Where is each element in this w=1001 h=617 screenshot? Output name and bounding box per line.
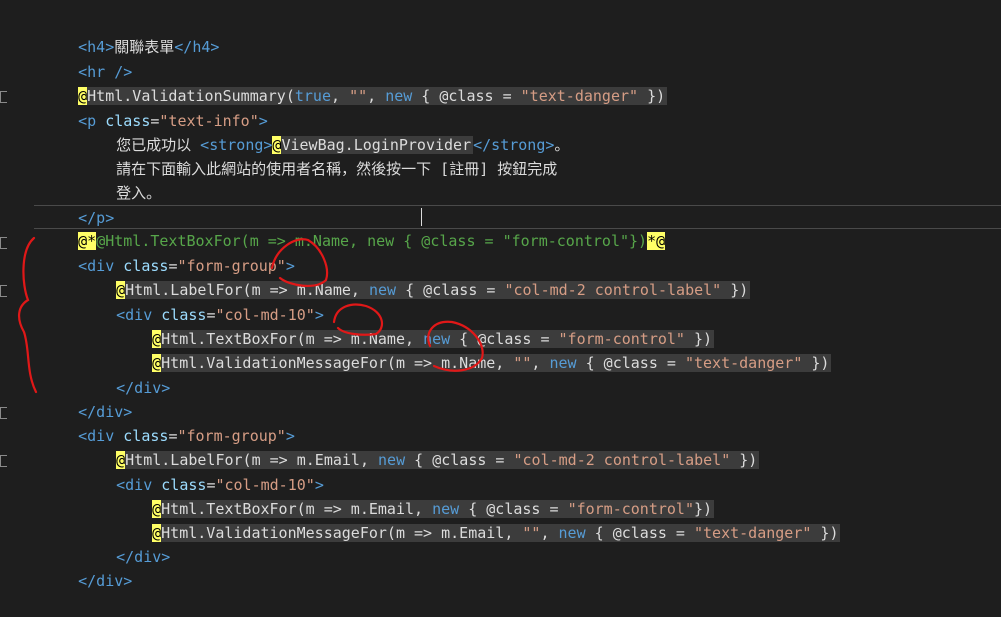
code-token: 登入。 [116, 184, 162, 202]
code-line[interactable]: </div> [80, 352, 170, 397]
code-token: }) [802, 354, 830, 372]
code-token: , [540, 524, 559, 542]
code-token: "text-danger" [693, 524, 812, 542]
razor-expression: @Html.ValidationMessageFor(m => m.Name, … [152, 354, 832, 372]
code-line[interactable]: </div> [80, 521, 170, 566]
code-token: , [531, 354, 550, 372]
code-line[interactable]: @Html.LabelFor(m => m.Name, new { @class… [80, 254, 751, 299]
code-token: { @class = [396, 281, 505, 299]
text-cursor [421, 208, 422, 226]
code-token: </div> [78, 572, 133, 590]
code-line[interactable]: @Html.TextBoxFor(m => m.Email, new { @cl… [116, 473, 715, 518]
code-line[interactable]: <div class="form-group"> [42, 400, 295, 445]
code-line[interactable]: </div> [42, 376, 132, 421]
code-token: new [378, 451, 406, 469]
code-line[interactable]: 您已成功以 <strong>@ViewBag.LoginProvider </st… [80, 109, 569, 154]
code-token: Html.ValidationMessageFor(m => m.Email, [161, 524, 523, 542]
code-line[interactable]: </p> [42, 182, 114, 227]
code-token: { @class = [585, 524, 694, 542]
code-token: }) [721, 281, 749, 299]
code-line[interactable]: <div class="col-md-10"> [80, 449, 324, 494]
fold-marker[interactable] [0, 91, 7, 103]
code-token: }) [811, 524, 839, 542]
razor-expression: @Html.ValidationMessageFor(m => m.Email,… [152, 524, 841, 542]
code-token: new [558, 524, 586, 542]
code-token: }) [730, 451, 758, 469]
code-token: "col-md-2 control-label" [504, 281, 722, 299]
code-token: new [549, 354, 577, 372]
code-line[interactable]: @Html.ValidationSummary(true, "", new { … [42, 60, 668, 105]
code-token: new [385, 87, 413, 105]
code-token: "col-md-2 control-label" [513, 451, 731, 469]
fold-marker[interactable] [0, 407, 7, 419]
code-editor[interactable]: <h4>關聯表單</h4> <hr /> @Html.ValidationSum… [0, 0, 1001, 590]
fold-marker[interactable] [0, 285, 7, 297]
code-line[interactable]: 請在下面輸入此網站的使用者名稱，然後按一下 [註冊] 按鈕完成 [80, 133, 557, 178]
code-token: "text-danger" [684, 354, 803, 372]
code-line[interactable]: <p class="text-info"> [42, 85, 268, 130]
code-token: new [369, 281, 397, 299]
code-token: Html.ValidationMessageFor(m => m.Name, [161, 354, 514, 372]
code-line[interactable]: @Html.ValidationMessageFor(m => m.Email,… [116, 497, 841, 542]
razor-comment-close: *@ [647, 232, 666, 250]
code-token: , [367, 87, 386, 105]
code-token: "text-danger" [520, 87, 639, 105]
code-line[interactable]: <div class="form-group"> [42, 230, 295, 275]
code-token: }) [638, 87, 666, 105]
code-line[interactable]: @Html.ValidationMessageFor(m => m.Name, … [116, 327, 832, 372]
code-line[interactable]: @*@Html.TextBoxFor(m => m.Name, new { @c… [42, 205, 666, 250]
fold-marker[interactable] [0, 237, 7, 249]
code-line[interactable]: <div class="col-md-10"> [80, 279, 324, 324]
line-gutter[interactable] [0, 0, 34, 566]
code-line[interactable]: @Html.LabelFor(m => m.Email, new { @clas… [80, 424, 760, 469]
code-token: 請在下面輸入此網站的使用者名稱，然後按一下 [註冊] 按鈕完成 [116, 160, 558, 178]
code-token: "" [349, 87, 368, 105]
code-token: { @class = [405, 451, 514, 469]
code-line[interactable]: <h4>關聯表單</h4> [42, 11, 219, 56]
code-line[interactable]: </div> [42, 545, 132, 590]
code-line[interactable]: <hr /> [42, 36, 132, 81]
code-token: true [294, 87, 331, 105]
code-line[interactable]: 登入。 [80, 157, 161, 202]
code-token: { @class = [412, 87, 521, 105]
fold-marker[interactable] [0, 455, 7, 467]
code-line[interactable]: @Html.TextBoxFor(m => m.Name, new { @cla… [116, 303, 715, 348]
code-token: "" [522, 524, 541, 542]
code-token: , [331, 87, 350, 105]
code-token: </h4> [174, 38, 220, 56]
code-token: "" [513, 354, 532, 372]
code-token: { @class = [576, 354, 685, 372]
